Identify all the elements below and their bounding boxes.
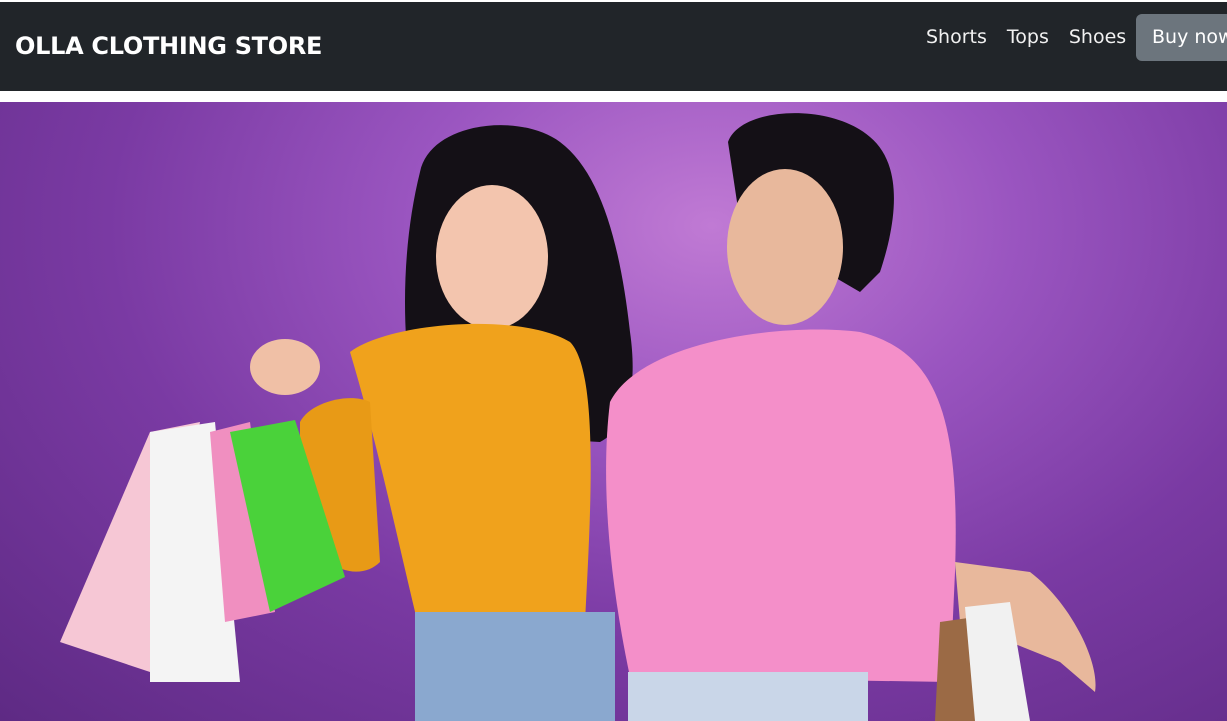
buy-now-button[interactable]: Buy now: [1136, 14, 1227, 61]
brand-logo[interactable]: OLLA CLOTHING STORE: [15, 32, 322, 60]
hero-illustration: [60, 113, 1096, 721]
hand-left: [250, 339, 320, 395]
jeans-right: [628, 672, 868, 721]
nav-link-tops[interactable]: Tops: [1007, 26, 1049, 48]
hoodie-left: [350, 323, 591, 632]
hero-image: [0, 102, 1227, 721]
face-right: [727, 169, 843, 325]
jeans-left: [415, 612, 615, 721]
nav-links: Shorts Tops Shoes: [926, 26, 1146, 48]
nav-link-shoes[interactable]: Shoes: [1069, 26, 1126, 48]
hoodie-right: [606, 329, 956, 682]
top-navbar: OLLA CLOTHING STORE Shorts Tops Shoes Bu…: [0, 2, 1227, 91]
nav-link-shorts[interactable]: Shorts: [926, 26, 987, 48]
face-left: [436, 185, 548, 329]
